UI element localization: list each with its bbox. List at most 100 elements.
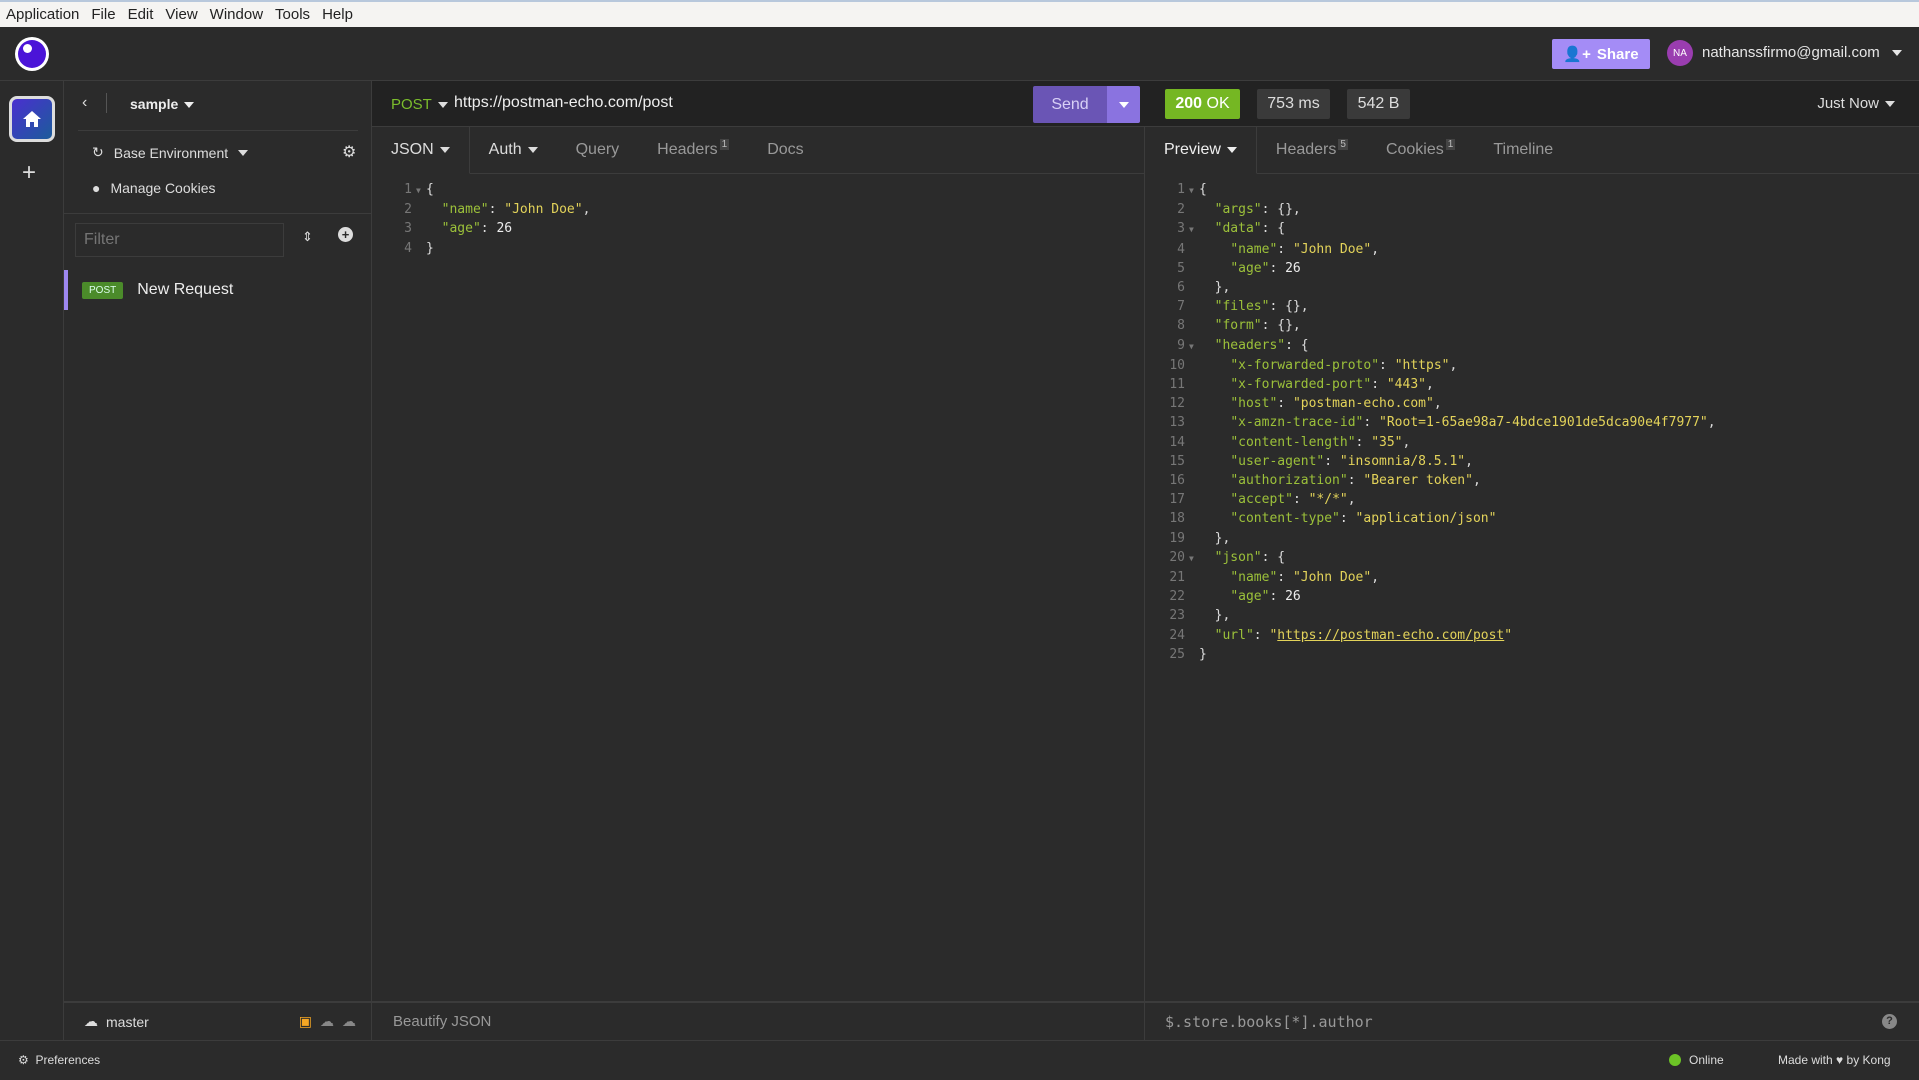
json-link[interactable]: https://postman-echo.com/post bbox=[1277, 628, 1504, 643]
json-punct: : { bbox=[1261, 221, 1286, 237]
manage-cookies-button[interactable]: ● Manage Cookies bbox=[92, 180, 216, 196]
menu-application[interactable]: Application bbox=[6, 6, 79, 23]
sort-icon[interactable]: ⇕ bbox=[302, 229, 313, 245]
account-menu[interactable]: nathanssfirmo@gmail.com bbox=[1702, 44, 1902, 61]
gear-icon[interactable]: ⚙ bbox=[342, 142, 356, 162]
tab-count-badge: 1 bbox=[719, 138, 730, 150]
push-icon[interactable]: ☁ bbox=[342, 1013, 356, 1030]
request-footer: Beautify JSON bbox=[372, 1001, 1144, 1040]
add-circle-icon[interactable]: + bbox=[338, 227, 353, 242]
pull-icon[interactable]: ☁ bbox=[320, 1013, 334, 1030]
filter-input[interactable] bbox=[75, 223, 284, 257]
json-key: "data" bbox=[1214, 221, 1262, 237]
tab-preview[interactable]: Preview bbox=[1145, 127, 1257, 174]
json-punct: } bbox=[1199, 646, 1207, 662]
json-punct: : bbox=[1277, 241, 1293, 257]
json-punct bbox=[1199, 570, 1230, 585]
menu-edit[interactable]: Edit bbox=[128, 6, 154, 23]
request-item[interactable]: POST New Request bbox=[64, 270, 372, 310]
response-tabs: Preview Headers 5 Cookies 1 Timeline bbox=[1145, 127, 1919, 174]
git-sync-bar: ☁ master ▣ ☁ ☁ bbox=[64, 1001, 372, 1040]
json-string: "John Doe" bbox=[504, 202, 583, 218]
code-line: 10 "x-forwarded-proto": "https", bbox=[1145, 356, 1716, 375]
tab-headers[interactable]: Headers 5 bbox=[1257, 127, 1367, 173]
json-key: "form" bbox=[1214, 318, 1262, 334]
preferences-button[interactable]: ⚙ Preferences bbox=[18, 1053, 100, 1067]
json-punct bbox=[1199, 202, 1215, 217]
code-line: 21 "name": "John Doe", bbox=[1145, 568, 1716, 587]
line-number: 14 bbox=[1169, 434, 1185, 450]
tab-label: Auth bbox=[488, 141, 522, 158]
divider bbox=[78, 130, 358, 131]
back-icon[interactable]: ‹ bbox=[82, 94, 87, 112]
json-punct bbox=[1199, 338, 1215, 353]
json-key: "content-type" bbox=[1230, 511, 1340, 527]
tab-label: Preview bbox=[1164, 141, 1221, 158]
refresh-icon: ↻ bbox=[92, 144, 104, 160]
send-button[interactable]: Send bbox=[1033, 86, 1140, 123]
line-number: 13 bbox=[1169, 415, 1185, 431]
json-string: "*/*" bbox=[1308, 492, 1348, 508]
environment-selector[interactable]: ↻ Base Environment bbox=[92, 144, 249, 161]
tab-timeline[interactable]: Timeline bbox=[1474, 127, 1572, 173]
line-number: 9 bbox=[1177, 337, 1185, 353]
json-punct bbox=[1199, 377, 1230, 392]
online-status: Online bbox=[1689, 1053, 1724, 1067]
json-punct: , bbox=[1347, 492, 1356, 508]
json-punct: : bbox=[488, 202, 505, 218]
code-line: 4 "name": "John Doe", bbox=[1145, 240, 1716, 259]
line-number: 1 bbox=[404, 182, 412, 197]
json-string: "application/json" bbox=[1355, 511, 1497, 527]
json-punct: { bbox=[426, 182, 434, 197]
menu-window[interactable]: Window bbox=[210, 6, 263, 23]
fold-arrow-icon[interactable]: ▼ bbox=[1189, 181, 1199, 200]
request-body-editor[interactable]: 1 ▼{2 "name": "John Doe", 3 "age": 26 4} bbox=[372, 180, 590, 258]
fold-arrow-icon[interactable]: ▼ bbox=[1189, 337, 1199, 356]
made-with-kong[interactable]: Made with ♥ by Kong bbox=[1778, 1053, 1891, 1067]
send-options-dropdown[interactable] bbox=[1107, 86, 1140, 123]
json-key: "json" bbox=[1214, 549, 1262, 565]
menu-tools[interactable]: Tools bbox=[275, 6, 310, 23]
tab-json[interactable]: JSON bbox=[372, 127, 470, 174]
project-selector[interactable]: sample bbox=[130, 96, 195, 112]
beautify-json-button[interactable]: Beautify JSON bbox=[393, 1013, 491, 1030]
tab-cookies[interactable]: Cookies 1 bbox=[1367, 127, 1474, 173]
add-icon[interactable]: + bbox=[22, 159, 36, 187]
json-key: "name" bbox=[1230, 570, 1278, 586]
branch-selector[interactable]: master bbox=[106, 1014, 149, 1030]
tab-auth[interactable]: Auth bbox=[470, 127, 557, 173]
json-punct: : bbox=[1277, 396, 1293, 412]
code-line: 22 "age": 26 bbox=[1145, 587, 1716, 606]
url-input[interactable]: https://postman-echo.com/post bbox=[454, 94, 673, 112]
line-number: 3 bbox=[404, 221, 412, 237]
help-icon[interactable]: ? bbox=[1882, 1014, 1897, 1029]
tab-docs[interactable]: Docs bbox=[748, 127, 822, 173]
history-dropdown[interactable]: Just Now bbox=[1817, 95, 1895, 112]
share-button[interactable]: 👤+ Share bbox=[1552, 39, 1650, 69]
fold-arrow-icon[interactable]: ▼ bbox=[416, 181, 426, 200]
code-line: 8 "form": {}, bbox=[1145, 316, 1716, 335]
avatar[interactable]: NA bbox=[1667, 40, 1693, 66]
tab-label: Timeline bbox=[1493, 141, 1554, 158]
home-button[interactable] bbox=[9, 96, 55, 142]
json-punct: { bbox=[1199, 182, 1207, 197]
tab-query[interactable]: Query bbox=[557, 127, 639, 173]
insomnia-logo-icon[interactable] bbox=[15, 37, 49, 71]
json-punct: : bbox=[1379, 357, 1395, 373]
fold-arrow-icon[interactable]: ▼ bbox=[1189, 549, 1199, 568]
tab-label: Docs bbox=[767, 141, 804, 158]
code-line: 9 ▼ "headers": { bbox=[1145, 336, 1716, 356]
response-filter-input[interactable]: $.store.books[*].author bbox=[1165, 1012, 1373, 1032]
method-selector[interactable]: POST bbox=[391, 96, 448, 113]
menu-view[interactable]: View bbox=[165, 6, 197, 23]
line-number: 15 bbox=[1169, 453, 1185, 469]
request-name: New Request bbox=[137, 281, 234, 298]
menu-help[interactable]: Help bbox=[322, 6, 353, 23]
tab-headers[interactable]: Headers 1 bbox=[638, 127, 748, 173]
commit-icon[interactable]: ▣ bbox=[299, 1013, 312, 1030]
send-label[interactable]: Send bbox=[1033, 86, 1107, 123]
menu-file[interactable]: File bbox=[91, 6, 115, 23]
json-punct bbox=[1199, 358, 1230, 373]
fold-arrow-icon[interactable]: ▼ bbox=[1189, 220, 1199, 239]
code-line: 3 ▼ "data": { bbox=[1145, 219, 1716, 239]
